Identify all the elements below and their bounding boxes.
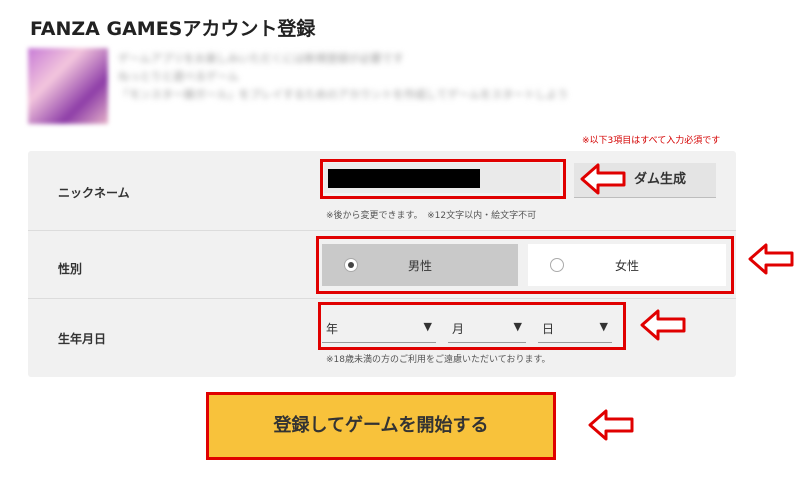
game-thumbnail: [28, 48, 108, 124]
left-arrow-icon: [748, 243, 794, 275]
game-description-line: ねっとりと遊べるゲーム: [118, 70, 239, 83]
left-arrow-icon: [640, 309, 686, 341]
gender-highlight-box: [316, 236, 734, 294]
divider: [28, 298, 736, 299]
required-note: ※以下3項目はすべて入力必須です: [582, 136, 721, 146]
nickname-label: ニックネーム: [58, 186, 130, 200]
left-arrow-icon: [580, 163, 626, 195]
birthday-highlight-box: [318, 302, 626, 350]
divider: [28, 230, 736, 231]
birthday-note: ※18歳未満の方のご利用をご遠慮いただいております。: [326, 355, 551, 365]
page-title: FANZA GAMESアカウント登録: [30, 18, 316, 40]
game-description-line: ゲームアプリをお楽しみいただくには新規登録が必要です: [118, 52, 404, 65]
birthday-label: 生年月日: [58, 332, 107, 346]
nickname-note: ※後から変更できます。 ※12文字以内・絵文字不可: [326, 211, 537, 221]
register-start-game-button[interactable]: 登録してゲームを開始する: [206, 392, 556, 460]
left-arrow-icon: [588, 409, 634, 441]
nickname-highlight-box: [320, 159, 566, 199]
game-description-line: 「モンスター娘ガール」をプレイするためのアカウントを作成してゲームをスタートしよ…: [118, 88, 569, 101]
gender-label: 性別: [58, 262, 83, 276]
